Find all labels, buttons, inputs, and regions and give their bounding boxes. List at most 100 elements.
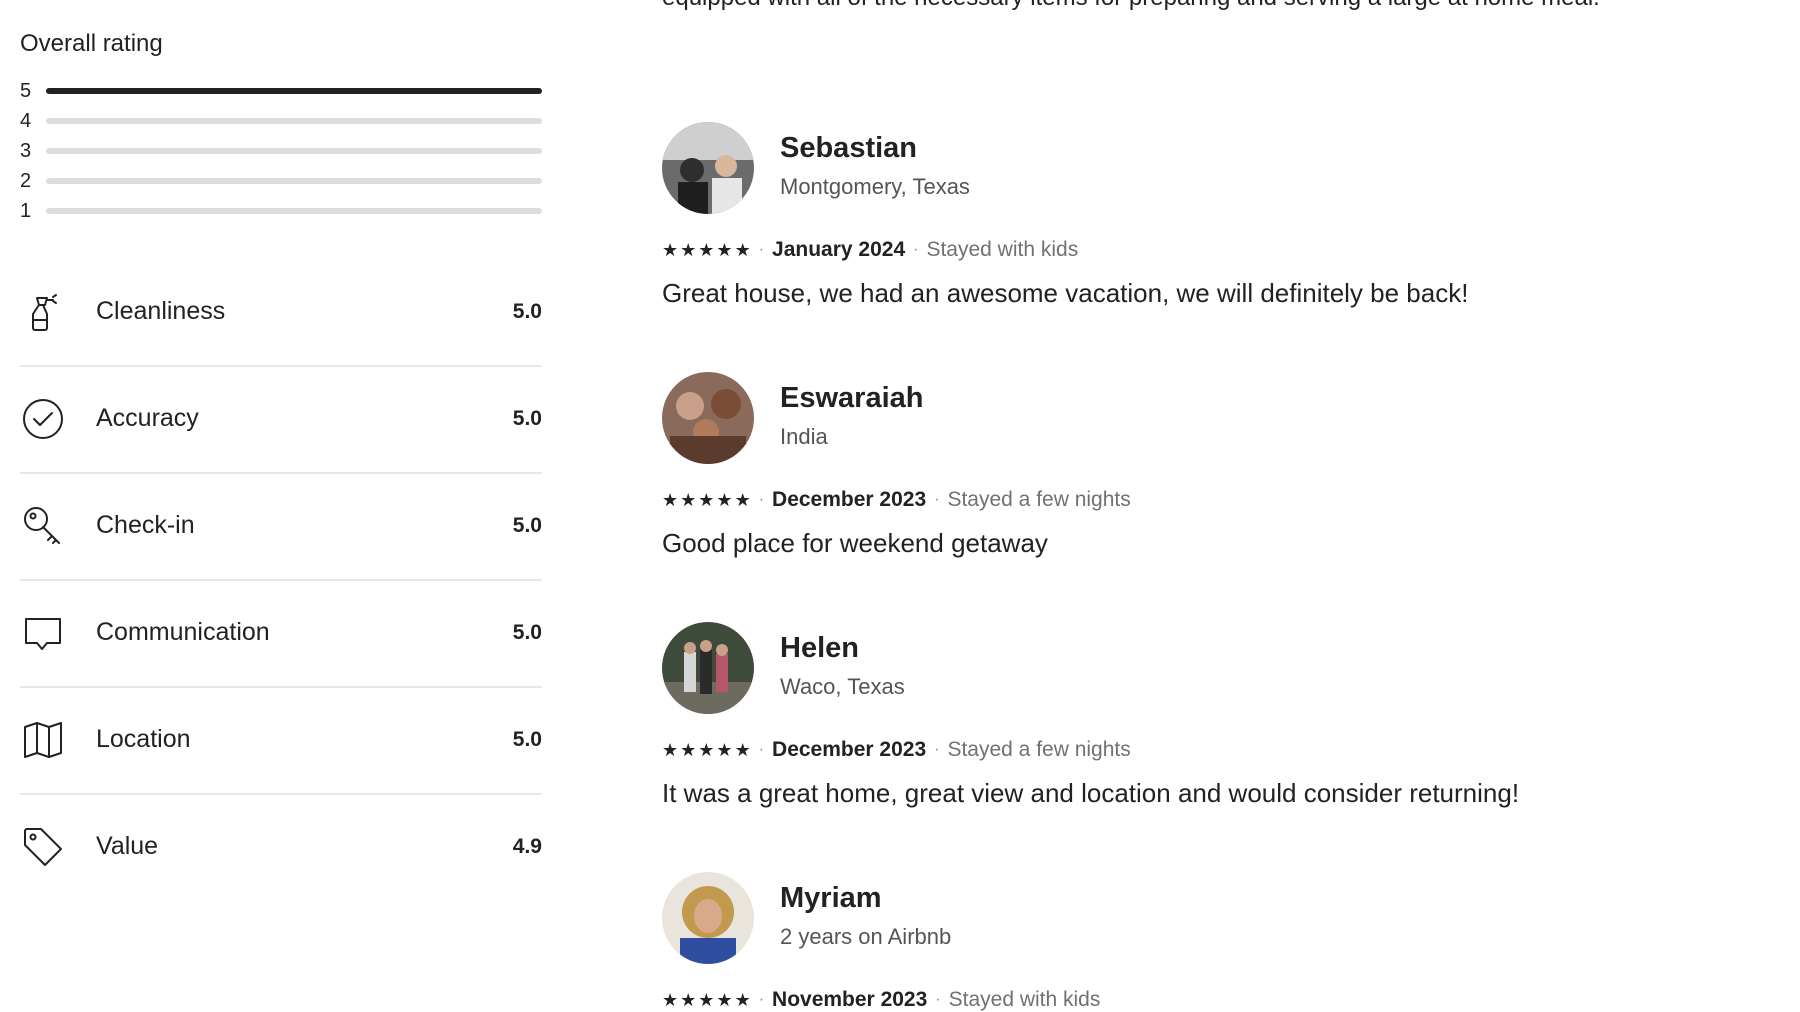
separator: ·: [935, 991, 941, 1008]
review-meta: ★ ★ ★ ★ ★ · November 2023 · Stayed with kids: [662, 988, 1100, 1012]
avatar[interactable]: [662, 872, 754, 964]
rating-bar-fill: [46, 88, 542, 94]
star-icon: ★: [680, 490, 697, 510]
separator: ·: [934, 491, 940, 508]
rating-bar-track: [46, 88, 542, 94]
star-icon: ★: [734, 740, 751, 760]
category-label: Value: [96, 832, 159, 860]
avatar[interactable]: [662, 622, 754, 714]
star-icon: ★: [662, 740, 679, 760]
reviewer-tenure: 2 years on Airbnb: [780, 924, 952, 949]
review-date: December 2023: [772, 738, 927, 761]
star-icon: ★: [698, 740, 715, 760]
star-icon: ★: [662, 990, 679, 1010]
star-rating: ★ ★ ★ ★ ★: [662, 491, 751, 509]
star-icon: ★: [698, 990, 715, 1010]
rating-bar-label: 4: [20, 109, 32, 132]
star-icon: ★: [716, 490, 733, 510]
category-value: Value 4.9: [20, 793, 542, 900]
rating-bar-label: 5: [20, 79, 32, 102]
reviewer-name[interactable]: Helen: [780, 632, 859, 665]
rating-bar-2: 2: [20, 166, 542, 196]
stay-type: Stayed with kids: [948, 988, 1101, 1011]
review-date: January 2024: [772, 238, 906, 261]
star-icon: ★: [734, 240, 751, 260]
rating-bar-1: 1: [20, 196, 542, 226]
star-icon: ★: [716, 240, 733, 260]
review-text: Good place for weekend getaway: [662, 528, 1048, 558]
category-cleanliness: Cleanliness 5.0: [20, 258, 542, 367]
reviewer-location: India: [780, 424, 828, 449]
star-rating: ★ ★ ★ ★ ★: [662, 991, 751, 1009]
map-icon: [20, 717, 66, 763]
star-icon: ★: [680, 740, 697, 760]
rating-bar-4: 4: [20, 106, 542, 136]
review-meta: ★ ★ ★ ★ ★ · January 2024 · Stayed with kids: [662, 238, 1078, 262]
rating-bar-track: [46, 178, 542, 184]
category-label: Location: [96, 725, 191, 753]
separator: ·: [758, 241, 765, 258]
review-meta: ★ ★ ★ ★ ★ · December 2023 · Stayed a few nig…: [662, 488, 1131, 512]
stay-type: Stayed with kids: [926, 238, 1079, 261]
rating-bar-label: 2: [20, 169, 32, 192]
category-score: 5.0: [512, 299, 542, 323]
review-meta: ★ ★ ★ ★ ★ · December 2023 · Stayed a few nig…: [662, 738, 1131, 762]
star-icon: ★: [716, 990, 733, 1010]
star-icon: ★: [662, 240, 679, 260]
category-label: Communication: [96, 618, 270, 646]
star-icon: ★: [662, 490, 679, 510]
category-label: Accuracy: [96, 404, 199, 432]
review-text: Great house, we had an awesome vacation,…: [662, 278, 1469, 308]
star-rating: ★ ★ ★ ★ ★: [662, 741, 751, 759]
reviewer-name[interactable]: Eswaraiah: [780, 382, 923, 415]
overall-rating-title: Overall rating: [20, 30, 163, 57]
rating-bar-3: 3: [20, 136, 542, 166]
category-score: 5.0: [512, 620, 542, 644]
category-score: 5.0: [512, 406, 542, 430]
separator: ·: [758, 741, 765, 758]
reviewer-location: Waco, Texas: [780, 674, 905, 699]
category-communication: Communication 5.0: [20, 579, 542, 688]
separator: ·: [934, 741, 940, 758]
rating-bar-label: 3: [20, 139, 32, 162]
rating-bar-track: [46, 118, 542, 124]
category-accuracy: Accuracy 5.0: [20, 365, 542, 474]
star-icon: ★: [734, 990, 751, 1010]
stay-type: Stayed a few nights: [947, 488, 1131, 511]
reviewer-name[interactable]: Myriam: [780, 882, 882, 915]
spray-bottle-icon: [20, 289, 66, 335]
review-date: November 2023: [772, 988, 928, 1011]
rating-bar-track: [46, 208, 542, 214]
category-score: 4.9: [512, 834, 542, 858]
price-tag-icon: [20, 824, 66, 870]
star-icon: ★: [680, 240, 697, 260]
previous-review-text: equipped with all of the necessary items…: [662, 0, 1702, 20]
review-date: December 2023: [772, 488, 927, 511]
separator: ·: [758, 991, 765, 1008]
review-text: It was a great home, great view and loca…: [662, 778, 1520, 808]
check-circle-icon: [20, 396, 66, 442]
rating-bar-track: [46, 148, 542, 154]
chat-bubble-icon: [20, 610, 66, 656]
rating-bar-label: 1: [20, 199, 32, 222]
star-icon: ★: [698, 240, 715, 260]
reviewer-location: Montgomery, Texas: [780, 174, 970, 199]
star-icon: ★: [716, 740, 733, 760]
star-icon: ★: [680, 990, 697, 1010]
category-label: Check-in: [96, 511, 195, 539]
avatar[interactable]: [662, 122, 754, 214]
rating-bar-5: 5: [20, 76, 542, 106]
category-score: 5.0: [512, 513, 542, 537]
avatar[interactable]: [662, 372, 754, 464]
star-icon: ★: [698, 490, 715, 510]
star-rating: ★ ★ ★ ★ ★: [662, 241, 751, 259]
stay-type: Stayed a few nights: [947, 738, 1131, 761]
separator: ·: [758, 491, 765, 508]
category-location: Location 5.0: [20, 686, 542, 795]
category-score: 5.0: [512, 727, 542, 751]
separator: ·: [913, 241, 919, 258]
key-icon: [20, 503, 66, 549]
star-icon: ★: [734, 490, 751, 510]
reviewer-name[interactable]: Sebastian: [780, 132, 917, 165]
category-label: Cleanliness: [96, 297, 226, 325]
